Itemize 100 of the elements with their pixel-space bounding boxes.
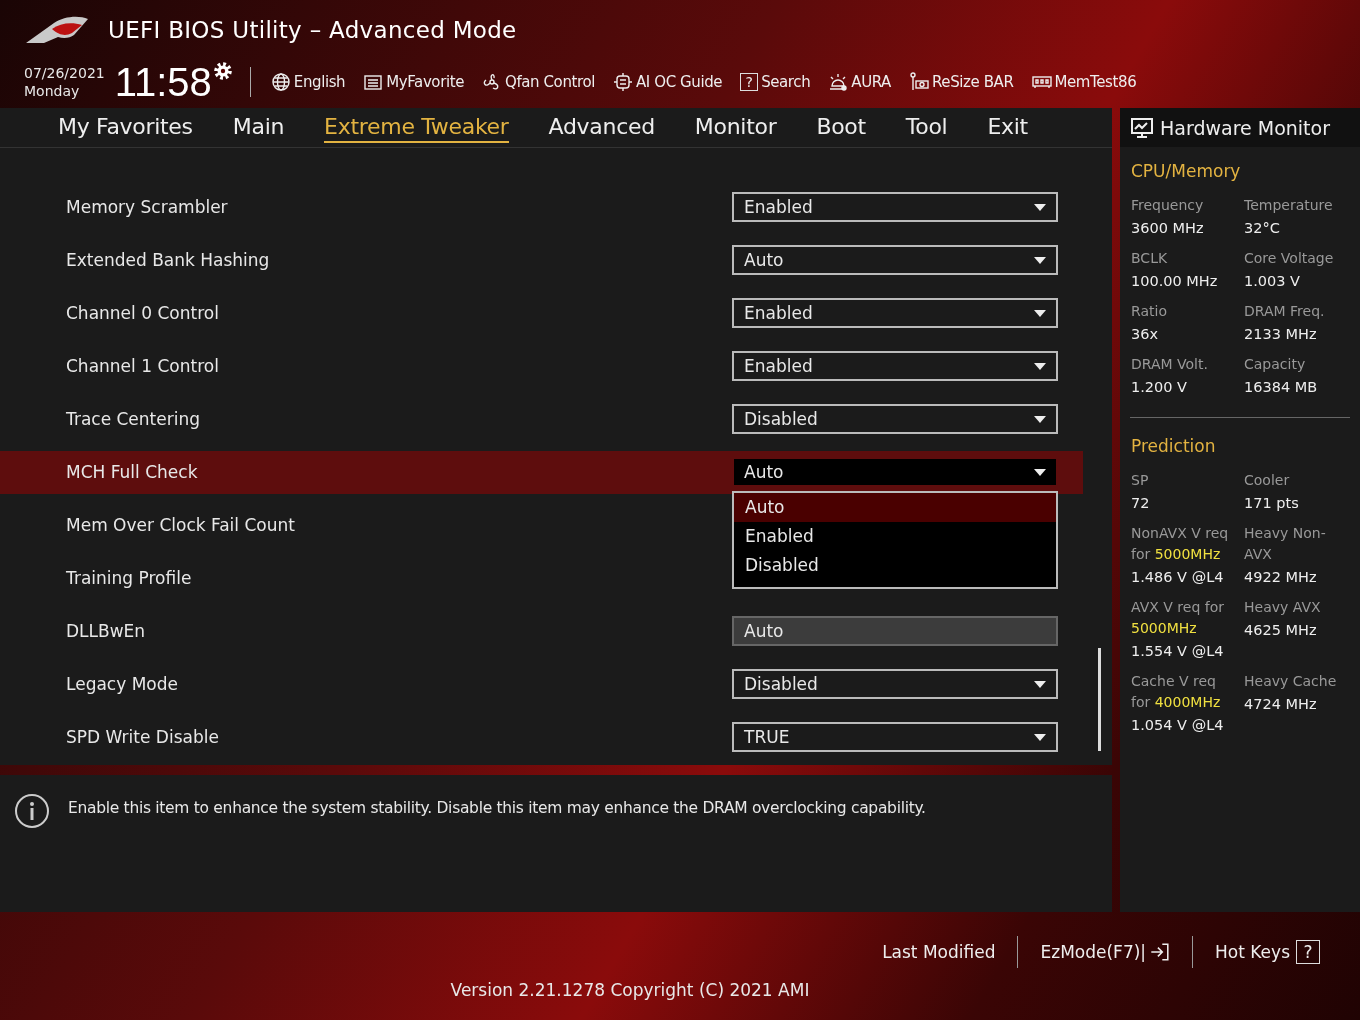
stat-value: 4724 MHz (1244, 696, 1318, 712)
menu-tab[interactable]: Exit (987, 111, 1028, 143)
section-title: CPU/Memory (1131, 161, 1242, 181)
caret-icon (1034, 203, 1046, 211)
help-icon: ? (1296, 940, 1320, 964)
dropdown[interactable]: Enabled (732, 298, 1058, 329)
footer-button[interactable]: Hot Keys ? (1193, 940, 1342, 964)
stat-label: Frequency (1131, 196, 1205, 215)
stat-value: 32°C (1244, 220, 1281, 236)
stat-value: 171 pts (1244, 495, 1300, 511)
stat-value: 1.554 V @L4 (1131, 643, 1225, 659)
section-title: Prediction (1131, 436, 1217, 456)
menu-option[interactable]: Enabled (734, 521, 1056, 551)
stat-label: DRAM Volt. (1131, 355, 1209, 374)
dropdown[interactable]: Disabled (732, 669, 1058, 700)
stat-value: 100.00 MHz (1131, 273, 1219, 289)
scrollbar[interactable] (1098, 647, 1101, 751)
stat-value: 4922 MHz (1244, 569, 1318, 585)
dropdown[interactable]: Enabled (732, 351, 1058, 382)
setting-label[interactable]: Channel 0 Control (66, 303, 732, 324)
window-title: UEFI BIOS Utility – Advanced Mode (108, 17, 517, 43)
menu-tab[interactable]: Monitor (694, 111, 777, 143)
toolbar-button[interactable]: MemTest86 (1027, 72, 1141, 92)
stat-value: 3600 MHz (1131, 220, 1205, 236)
stat-label: Ratio (1131, 302, 1168, 321)
stat-label: Capacity (1244, 355, 1307, 374)
setting-label[interactable]: Memory Scrambler (66, 197, 732, 218)
dropdown[interactable]: Enabled (732, 192, 1058, 223)
menu-tab[interactable]: My Favorites (58, 111, 193, 143)
toolbar-button[interactable]: English (266, 72, 350, 92)
setting-label[interactable]: Trace Centering (66, 409, 732, 430)
caret-icon (1034, 468, 1046, 476)
footer-button[interactable]: EzMode(F7)| (1018, 941, 1193, 963)
day-text: Monday (24, 82, 81, 100)
toolbar-button[interactable]: AI OC Guide (608, 72, 727, 92)
chip-icon (612, 72, 633, 92)
panel-title: Hardware Monitor (1160, 116, 1330, 139)
setting-label[interactable]: Mem Over Clock Fail Count (66, 515, 732, 536)
graphics-card-icon (909, 72, 929, 92)
caret-icon (1034, 362, 1046, 370)
light-icon (828, 72, 849, 92)
exit-icon (1148, 941, 1171, 963)
stat-label: Heavy Cache (1244, 672, 1338, 691)
setting-label[interactable]: Legacy Mode (66, 674, 732, 695)
help-icon: ? (740, 73, 759, 91)
setting-label[interactable]: Channel 1 Control (66, 356, 732, 377)
menu-option[interactable]: Auto (734, 492, 1056, 522)
toolbar-button[interactable]: AURA (824, 72, 895, 92)
stat-value: 72 (1131, 495, 1151, 511)
footer-button[interactable]: Last Modified (860, 942, 1018, 962)
stat-value: 1.200 V (1131, 379, 1189, 395)
menu-tab[interactable]: Tool (905, 111, 948, 143)
menu-tab[interactable]: Extreme Tweaker (324, 111, 509, 143)
menu-tab[interactable]: Advanced (548, 111, 655, 143)
setting-label[interactable]: MCH Full Check (66, 462, 732, 483)
menu-tab[interactable]: Boot (816, 111, 866, 143)
settings-icon[interactable] (211, 60, 234, 82)
help-text: Enable this item to enhance the system stability. Disable this item may enhance the DRAM overclocking capability. (68, 799, 926, 818)
toolbar-button[interactable]: ? Search (736, 73, 815, 91)
caret-icon (1034, 733, 1046, 741)
clock-time: 11:58 (114, 59, 212, 105)
dropdown[interactable]: Disabled (732, 404, 1058, 435)
dropdown[interactable]: Auto (732, 457, 1058, 488)
stat-label: Temperature (1244, 196, 1334, 215)
version-text: Version 2.21.1278 Copyright (C) 2021 AMI (450, 980, 810, 1000)
stat-value: 2133 MHz (1244, 326, 1318, 342)
stat-label: DRAM Freq. (1244, 302, 1326, 321)
stat-label: AVX V req for 5000MHz (1131, 598, 1225, 638)
stat-label: Cooler (1244, 471, 1291, 490)
readonly-field: Auto (732, 616, 1058, 647)
globe-icon (270, 72, 291, 92)
toolbar-button[interactable]: ReSize BAR (905, 72, 1018, 92)
caret-icon (1034, 309, 1046, 317)
toolbar-button[interactable]: Qfan Control (478, 72, 599, 92)
stat-label: SP (1131, 471, 1150, 490)
menu-tab[interactable]: Main (232, 111, 285, 143)
stat-label: NonAVX V req for 5000MHz (1131, 524, 1230, 564)
stat-label: Core Voltage (1244, 249, 1335, 268)
monitor-icon (1130, 115, 1154, 140)
date-text: 07/26/2021 (24, 64, 105, 82)
caret-icon (1034, 415, 1046, 423)
dropdown[interactable]: TRUE (732, 722, 1058, 753)
menu-option[interactable]: Disabled (734, 550, 1056, 580)
dropdown[interactable]: Auto (732, 245, 1058, 276)
setting-label[interactable]: Extended Bank Hashing (66, 250, 732, 271)
stat-label: Heavy AVX (1244, 598, 1322, 617)
stat-value: 36x (1131, 326, 1160, 342)
caret-icon (1034, 256, 1046, 264)
stat-value: 16384 MB (1244, 379, 1319, 395)
info-icon (14, 793, 50, 830)
setting-label[interactable]: Training Profile (66, 568, 732, 589)
list-icon (363, 72, 384, 92)
stat-value: 1.486 V @L4 (1131, 569, 1225, 585)
setting-label[interactable]: DLLBwEn (66, 621, 732, 642)
setting-label[interactable]: SPD Write Disable (66, 727, 732, 748)
stat-value: 1.003 V (1244, 273, 1302, 289)
toolbar-button[interactable]: MyFavorite (359, 72, 468, 92)
stat-label: Heavy Non-AVX (1244, 524, 1327, 564)
stat-label: Cache V req for 4000MHz (1131, 672, 1222, 712)
stat-label: BCLK (1131, 249, 1169, 268)
